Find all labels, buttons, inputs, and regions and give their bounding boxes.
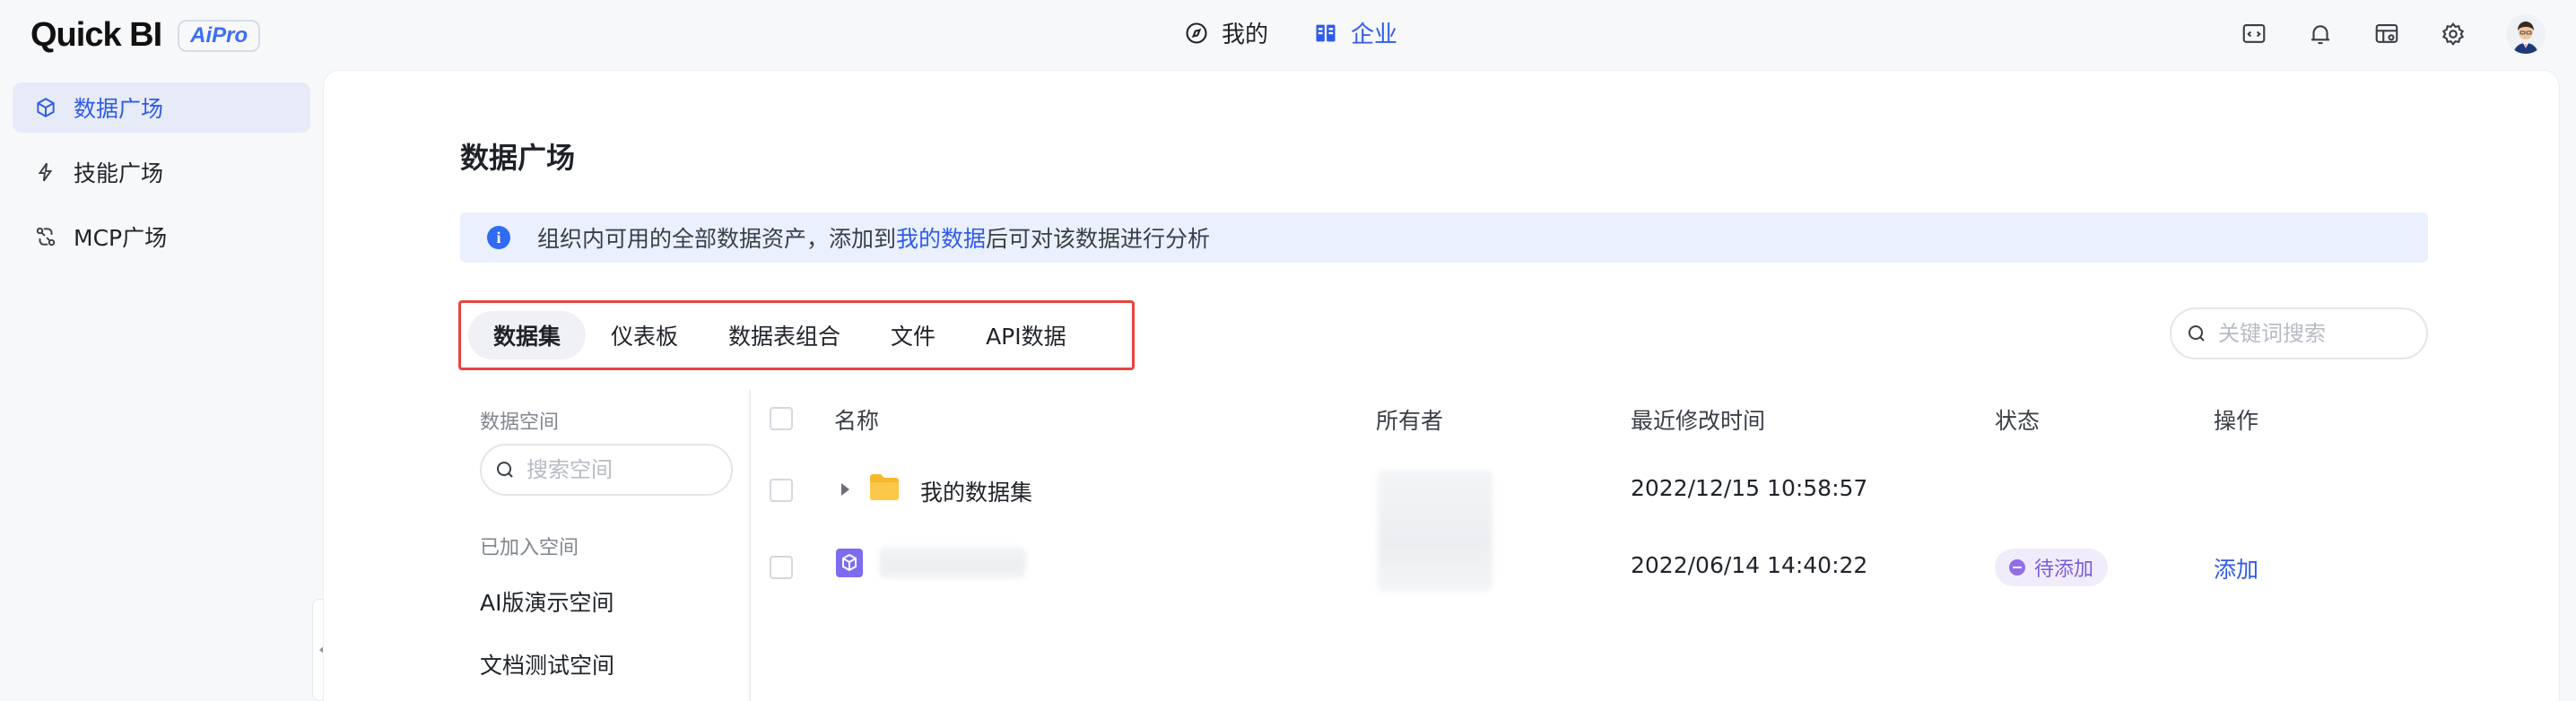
column-header-modified: 最近修改时间 (1631, 408, 1766, 434)
row-modified: 2022/06/14 14:40:22 (1631, 552, 1868, 578)
info-text-prefix: 组织内可用的全部数据资产，添加到 (537, 226, 897, 252)
add-button[interactable]: 添加 (2214, 552, 2258, 584)
column-header-name: 名称 (834, 408, 880, 434)
sidebar-item-label: 技能广场 (74, 160, 164, 186)
joined-space-label: 已加入空间 (480, 537, 579, 559)
cube-icon (37, 98, 55, 117)
owner-blurred (1378, 470, 1493, 592)
gear-icon[interactable] (2440, 21, 2467, 48)
avatar[interactable] (2506, 14, 2546, 54)
connector-icon (36, 227, 56, 247)
tab-dashboard[interactable]: 仪表板 (586, 311, 703, 359)
keyword-search[interactable] (2170, 307, 2428, 359)
info-banner: i 组织内可用的全部数据资产，添加到 我的数据 后可对该数据进行分析 (460, 212, 2428, 263)
row-checkbox[interactable] (770, 479, 793, 502)
asset-type-tabs: 数据集 仪表板 数据表组合 文件 API数据 (458, 300, 1135, 370)
code-window-icon[interactable] (2241, 21, 2267, 48)
pending-icon (2009, 559, 2025, 576)
topnav-item-mine[interactable]: 我的 (1184, 16, 1268, 49)
top-bar: Quick BI AiPro 我的 企业 (0, 0, 2576, 72)
space-search[interactable] (480, 444, 733, 496)
row-name[interactable]: 我的数据集 (920, 475, 1032, 507)
row-modified: 2022/12/15 10:58:57 (1631, 475, 1868, 501)
space-panel-title: 数据空间 (480, 411, 560, 434)
tab-file[interactable]: 文件 (866, 311, 961, 359)
folder-icon (870, 474, 899, 500)
dataset-icon (836, 549, 863, 577)
caret-right-icon[interactable] (838, 480, 852, 498)
column-header-status: 状态 (1995, 408, 2041, 434)
search-icon (2189, 325, 2205, 342)
info-icon: i (487, 226, 510, 249)
sidebar-item-mcp-square[interactable]: MCP广场 (13, 212, 310, 262)
column-header-owner: 所有者 (1376, 408, 1444, 434)
lightning-icon (38, 162, 53, 182)
select-all-checkbox[interactable] (770, 407, 793, 430)
main-panel: 数据广场 i 组织内可用的全部数据资产，添加到 我的数据 后可对该数据进行分析 … (323, 70, 2560, 701)
row-checkbox[interactable] (770, 556, 793, 579)
top-nav: 我的 企业 (1184, 16, 1397, 49)
space-item[interactable]: 文档测试空间 (480, 648, 614, 680)
info-text-suffix: 后可对该数据进行分析 (986, 226, 1211, 252)
search-icon (497, 462, 513, 478)
status-badge-label: 待添加 (2034, 558, 2094, 581)
compass-icon (1186, 22, 1207, 44)
logo-badge: AiPro (178, 19, 261, 52)
space-search-input[interactable] (527, 457, 724, 482)
bell-icon[interactable] (2307, 21, 2334, 48)
logo-text: Quick BI (30, 16, 162, 54)
sidebar-item-data-square[interactable]: 数据广场 (13, 82, 310, 133)
my-data-link[interactable]: 我的数据 (896, 221, 986, 254)
topnav-label: 企业 (1351, 22, 1398, 48)
dataset-name-blurred (879, 547, 1026, 579)
topnav-item-enterprise[interactable]: 企业 (1313, 16, 1397, 49)
status-badge: 待添加 (1995, 549, 2109, 586)
space-item[interactable]: AI版演示空间 (480, 585, 614, 618)
sidebar-item-label: 数据广场 (74, 96, 164, 122)
sidebar-item-label: MCP广场 (74, 225, 168, 251)
sidebar: 数据广场 技能广场 MCP广场 (0, 72, 323, 701)
tab-table-combination[interactable]: 数据表组合 (703, 311, 866, 359)
space-panel: 数据空间 已加入空间 AI版演示空间 文档测试空间 (460, 390, 751, 701)
dashboard-settings-icon[interactable] (2373, 21, 2400, 48)
topnav-label: 我的 (1222, 22, 1269, 48)
column-header-action: 操作 (2214, 408, 2259, 434)
building-icon (1316, 24, 1336, 41)
tab-dataset[interactable]: 数据集 (468, 311, 587, 359)
sidebar-item-skill-square[interactable]: 技能广场 (13, 147, 310, 197)
page-title: 数据广场 (460, 141, 576, 175)
logo[interactable]: Quick BI AiPro (30, 16, 261, 55)
tab-api-data[interactable]: API数据 (961, 311, 1092, 359)
keyword-search-input[interactable] (2218, 321, 2415, 346)
top-actions (2241, 14, 2546, 54)
